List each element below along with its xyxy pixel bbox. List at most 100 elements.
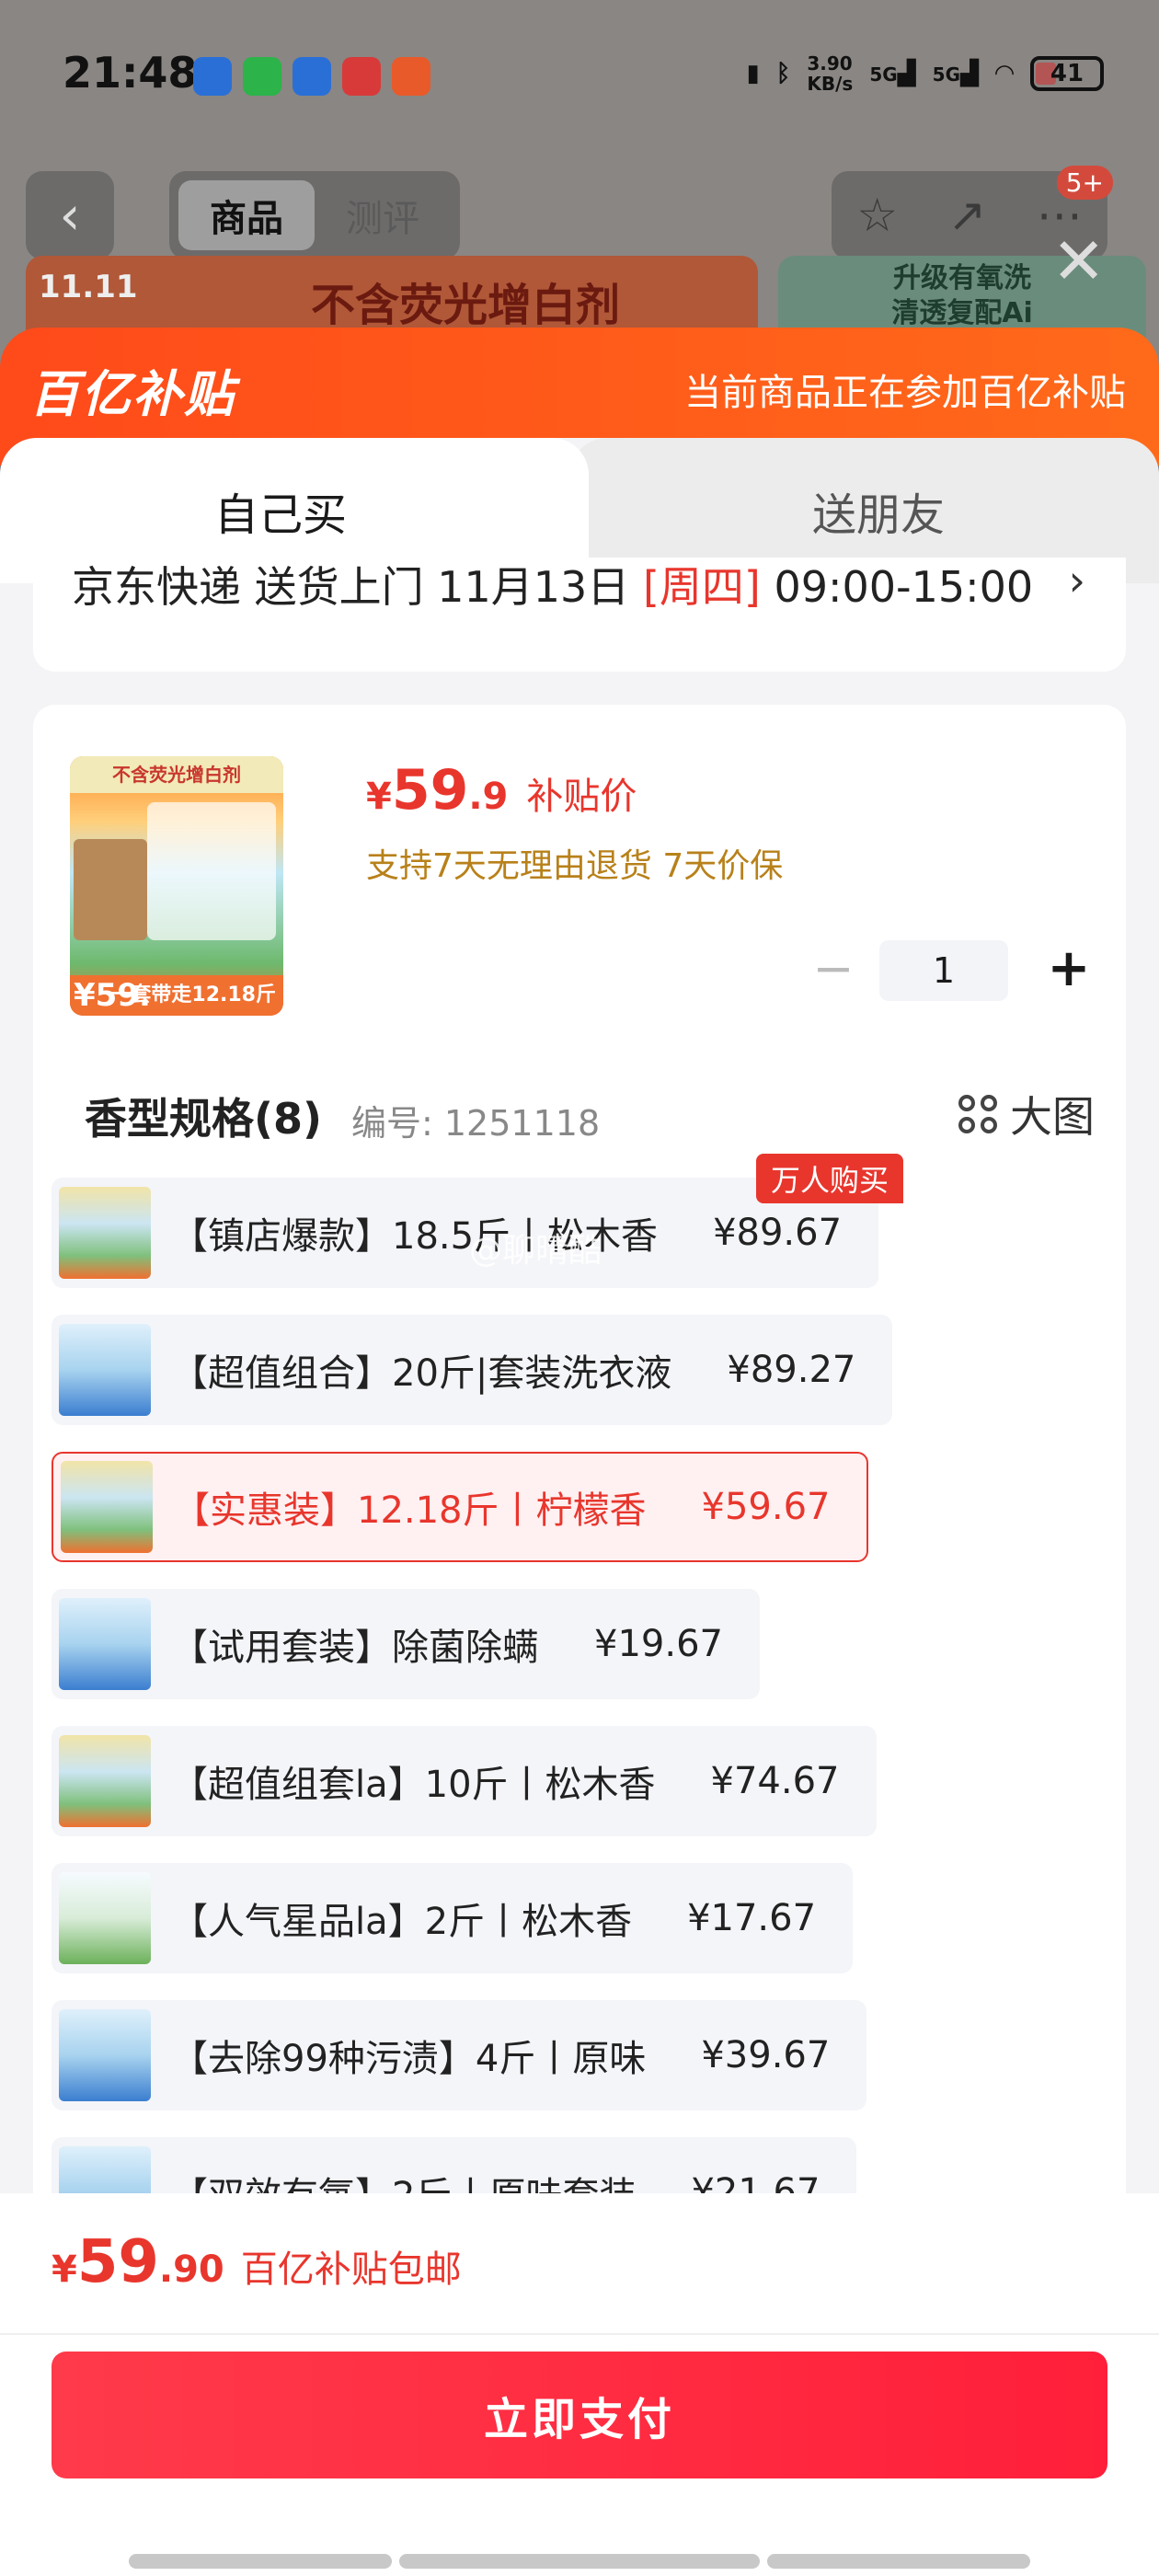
price-decimal: .9 — [468, 776, 509, 818]
option-thumbnail — [61, 1461, 153, 1553]
price-integer: 59 — [391, 758, 469, 822]
spec-code: 编号: 1251118 — [351, 1103, 601, 1144]
net-type-2: 5G — [932, 63, 960, 86]
nav-gesture-bar-right — [767, 2554, 1030, 2569]
spec-header: 香型规格(8) 编号: 1251118 大图 — [85, 1082, 1096, 1146]
status-right: ▮ ᛒ 3.90 KB/s 5G▟ 5G▟ ◠ 41 — [746, 53, 1104, 94]
product-image-price: ¥59. — [74, 977, 151, 1014]
spec-option[interactable]: 【去除99种污渍】4斤丨原味 ¥39.67 — [52, 2000, 867, 2110]
battery-level: 41 — [1050, 60, 1084, 87]
message-badge: 5+ — [1056, 166, 1113, 200]
net-speed: 3.90 KB/s — [807, 53, 853, 94]
option-thumbnail — [59, 1735, 151, 1827]
net-speed-value: 3.90 — [807, 52, 853, 75]
notification-icons — [193, 57, 430, 96]
option-price: ¥19.67 — [594, 1623, 723, 1665]
delivery-weekday: [周四] — [642, 562, 761, 612]
total-integer: 59 — [76, 2228, 159, 2296]
option-name: 【人气星品la】2斤丨松木香 — [171, 1901, 633, 1943]
chevron-right-icon: › — [1068, 558, 1085, 605]
subsidy-price: ¥ 59 .9 补贴价 — [366, 758, 637, 822]
option-price: ¥17.67 — [687, 1897, 817, 1939]
decrease-button[interactable]: − — [806, 938, 861, 1003]
wifi-icon: ◠ — [995, 60, 1014, 87]
vibrate-icon: ▮ — [746, 60, 760, 87]
option-name: 【去除99种污渍】4斤丨原味 — [171, 2038, 647, 2080]
spec-option[interactable]: 【超值组合】20斤|套装洗衣液 ¥89.27 — [52, 1315, 893, 1425]
share-icon[interactable]: ↗ — [947, 189, 986, 242]
wechat-icon — [243, 57, 281, 96]
favorite-star-icon[interactable]: ☆ — [856, 189, 898, 242]
net-speed-unit: KB/s — [807, 73, 854, 95]
product-image-bottles — [147, 802, 276, 940]
option-thumbnail — [59, 1872, 151, 1964]
watermark: @聊晴酷 — [469, 1232, 602, 1270]
divider — [0, 2333, 1159, 2335]
option-price: ¥74.67 — [710, 1760, 840, 1802]
option-price: ¥39.67 — [701, 2034, 831, 2076]
tab-goods[interactable]: 商品 — [178, 180, 315, 250]
product-top-nav: ‹ 商品 测评 ☆ ↗ ⋯ 5+ — [26, 166, 1133, 259]
big-view-button[interactable]: 大图 — [958, 1084, 1095, 1144]
product-tabs: 商品 测评 — [169, 171, 460, 259]
grid-view-icon — [958, 1095, 997, 1133]
option-thumbnail — [59, 2009, 151, 2101]
free-shipping-label: 百亿补贴包邮 — [240, 2248, 462, 2291]
price-currency: ¥ — [366, 776, 392, 818]
option-thumbnail — [59, 1187, 151, 1279]
nav-gesture-bar-center — [399, 2554, 760, 2569]
bluetooth-icon: ᛒ — [775, 60, 791, 87]
clock: 21:48 — [63, 48, 198, 98]
increase-button[interactable]: + — [1041, 938, 1096, 1003]
option-price: ¥59.67 — [701, 1486, 831, 1528]
nav-gesture-bar-left — [129, 2554, 392, 2569]
product-image[interactable]: 不含荧光增白剂 一套带走12.18斤 ¥59. — [70, 756, 283, 1016]
subsidy-notice: 当前商品正在参加百亿补贴 — [684, 372, 1126, 414]
app-event-icon — [342, 57, 381, 96]
app-k-icon — [193, 57, 232, 96]
option-price: ¥89.27 — [727, 1349, 856, 1391]
best-seller-badge: 万人购买 — [756, 1154, 904, 1203]
product-image-caption: 不含荧光增白剂 — [70, 756, 283, 793]
quantity-stepper: − 1 + — [806, 938, 1100, 1003]
option-name: 【实惠装】12.18斤丨柠檬香 — [173, 1489, 647, 1532]
tab-review[interactable]: 测评 — [315, 180, 451, 250]
subsidy-logo: 百亿补贴 — [29, 365, 235, 423]
option-thumbnail — [59, 1324, 151, 1416]
total-currency: ¥ — [52, 2248, 77, 2291]
signal-2: 5G▟ — [932, 60, 979, 87]
product-image-bags — [74, 839, 147, 940]
big-view-label: 大图 — [1010, 1092, 1095, 1142]
option-price: ¥89.67 — [713, 1212, 843, 1254]
delivery-time: 09:00-15:00 — [760, 562, 1034, 612]
total-decimal: .90 — [158, 2248, 224, 2291]
delivery-text: 京东快递 送货上门 11月13日 [周四] 09:00-15:00 — [72, 558, 1033, 615]
back-button[interactable]: ‹ — [26, 171, 114, 259]
option-thumbnail — [59, 1598, 151, 1690]
price-label: 补贴价 — [526, 776, 637, 818]
pay-now-button[interactable]: 立即支付 — [52, 2352, 1107, 2478]
spec-option[interactable]: 【人气星品la】2斤丨松木香 ¥17.67 — [52, 1863, 854, 1973]
option-name: 【超值组套la】10斤丨松木香 — [171, 1764, 656, 1806]
spec-option[interactable]: 【镇店爆款】18.5斤丨松木香 ¥89.67 — [52, 1178, 879, 1288]
battery-icon: 41 — [1030, 56, 1104, 91]
spec-option[interactable]: 【试用套装】除菌除螨 ¥19.67 — [52, 1589, 760, 1699]
banner-title: 不含荧光增白剂 — [311, 280, 621, 331]
total-price: ¥ 59 .90 百亿补贴包邮 — [52, 2228, 462, 2296]
option-name: 【试用套装】除菌除螨 — [171, 1627, 539, 1669]
background-banner: 11.11 不含荧光增白剂 — [26, 256, 758, 339]
quantity-input[interactable]: 1 — [879, 940, 1008, 1001]
net-type-1: 5G — [869, 63, 898, 86]
return-guarantee: 支持7天无理由退货 7天价保 — [366, 847, 784, 885]
event-logo: 11.11 — [39, 269, 138, 305]
spec-option[interactable]: 【超值组套la】10斤丨松木香 ¥74.67 — [52, 1726, 877, 1836]
signal-1: 5G▟ — [869, 60, 916, 87]
spec-option-selected[interactable]: 【实惠装】12.18斤丨柠檬香 ¥59.67 — [52, 1452, 869, 1562]
delivery-method: 京东快递 送货上门 11月13日 — [72, 562, 643, 612]
app-eyes-icon — [293, 57, 331, 96]
close-icon[interactable]: ✕ — [1051, 229, 1106, 293]
delivery-info[interactable]: 京东快递 送货上门 11月13日 [周四] 09:00-15:00 › — [33, 558, 1126, 672]
option-name: 【超值组合】20斤|套装洗衣液 — [171, 1352, 672, 1395]
spec-title: 香型规格(8) — [85, 1094, 323, 1144]
status-bar: 21:48 ▮ ᛒ 3.90 KB/s 5G▟ 5G▟ ◠ 41 — [0, 0, 1159, 156]
